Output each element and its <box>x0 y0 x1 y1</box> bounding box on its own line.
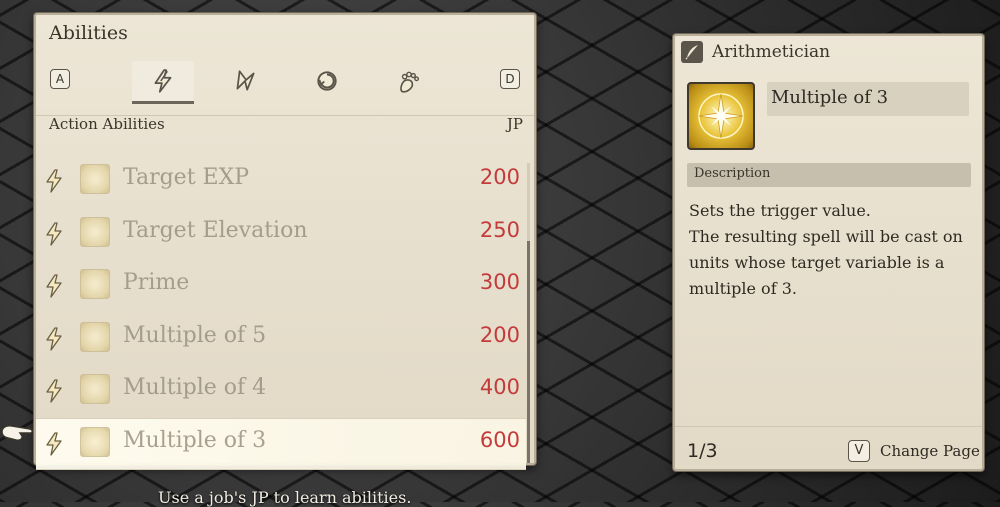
ability-cost: 250 <box>479 217 520 242</box>
description-line: multiple of 3. <box>689 279 797 298</box>
ability-name: Prime <box>123 270 190 295</box>
compass-star-icon <box>80 321 110 352</box>
ability-cost: 400 <box>479 375 520 399</box>
ability-row[interactable]: Multiple of 5 200 <box>36 313 526 366</box>
lightning-bolt-icon <box>46 379 62 403</box>
pointing-hand-cursor-icon <box>1 425 33 441</box>
ability-tabs: A D <box>36 59 534 116</box>
section-label: Action Abilities <box>49 115 165 133</box>
compass-star-icon <box>80 216 110 247</box>
lightning-bolt-icon <box>46 431 62 456</box>
swirl-icon <box>317 71 337 91</box>
panel-title: Abilities <box>49 22 128 44</box>
ability-name: Multiple of 3 <box>771 87 889 108</box>
lightning-bolt-icon <box>154 69 172 93</box>
bolt-arrow-icon <box>236 70 255 91</box>
ability-cost: 200 <box>479 165 520 189</box>
description-header: Description <box>687 163 971 187</box>
abilities-panel: Abilities A D Action Abilities JP Target… <box>34 13 536 470</box>
compass-star-icon <box>80 426 110 457</box>
prev-tab-key[interactable]: A <box>50 69 70 89</box>
ability-row-selected[interactable]: Multiple of 3 600 <box>36 417 526 470</box>
lightning-bolt-icon <box>46 221 62 246</box>
ability-cost: 300 <box>479 270 520 294</box>
description-line: units whose target variable is a <box>689 253 945 272</box>
change-page-key[interactable]: V <box>848 440 870 462</box>
ability-row[interactable]: Prime 300 <box>36 260 526 313</box>
ability-name: Target EXP <box>123 165 250 190</box>
divider <box>675 426 982 427</box>
ability-name: Target Elevation <box>123 217 308 243</box>
quill-icon <box>681 41 703 63</box>
scrollbar-thumb[interactable] <box>527 241 530 463</box>
ability-row[interactable]: Target EXP 200 <box>36 155 526 208</box>
footprint-icon <box>400 71 420 93</box>
ability-name: Multiple of 5 <box>123 322 267 348</box>
ability-row[interactable]: Target Elevation 250 <box>36 208 526 261</box>
job-name: Arithmetician <box>712 42 831 62</box>
compass-star-icon <box>80 164 110 194</box>
tab-reaction-abilities[interactable] <box>296 61 358 101</box>
ability-cost: 600 <box>479 427 520 452</box>
compass-star-icon <box>80 374 110 404</box>
job-header: Arithmetician <box>681 41 830 63</box>
lightning-bolt-icon <box>46 326 62 351</box>
ability-detail-panel: Arithmetician Multiple of 3 Description … <box>673 34 984 471</box>
description-text: Sets the trigger value. The resulting sp… <box>689 198 973 302</box>
tab-action-abilities[interactable] <box>132 61 194 104</box>
ability-list: Target EXP 200 Target Elevation 250 Prim… <box>36 155 526 470</box>
cost-header: JP <box>506 115 523 133</box>
lightning-bolt-icon <box>46 169 62 193</box>
ability-row[interactable]: Multiple of 4 400 <box>36 365 526 418</box>
section-header: Action Abilities JP <box>49 115 523 137</box>
ability-cost: 200 <box>479 322 520 347</box>
ability-name: Multiple of 3 <box>123 427 267 453</box>
description-line: Sets the trigger value. <box>689 201 871 220</box>
ability-name-box: Multiple of 3 <box>767 82 969 116</box>
ability-name: Multiple of 4 <box>123 375 267 400</box>
hint-text: Use a job's JP to learn abilities. <box>158 488 412 507</box>
compass-star-icon <box>80 269 110 299</box>
tab-movement-abilities[interactable] <box>378 61 440 101</box>
description-label: Description <box>694 166 771 181</box>
lightning-bolt-icon <box>46 274 62 298</box>
next-tab-key[interactable]: D <box>500 69 520 89</box>
page-indicator: 1/3 <box>687 440 718 462</box>
change-page-label[interactable]: Change Page <box>880 442 980 460</box>
compass-star-icon <box>687 82 755 150</box>
tab-support-abilities[interactable] <box>214 61 276 101</box>
description-line: The resulting spell will be cast on <box>689 227 963 246</box>
